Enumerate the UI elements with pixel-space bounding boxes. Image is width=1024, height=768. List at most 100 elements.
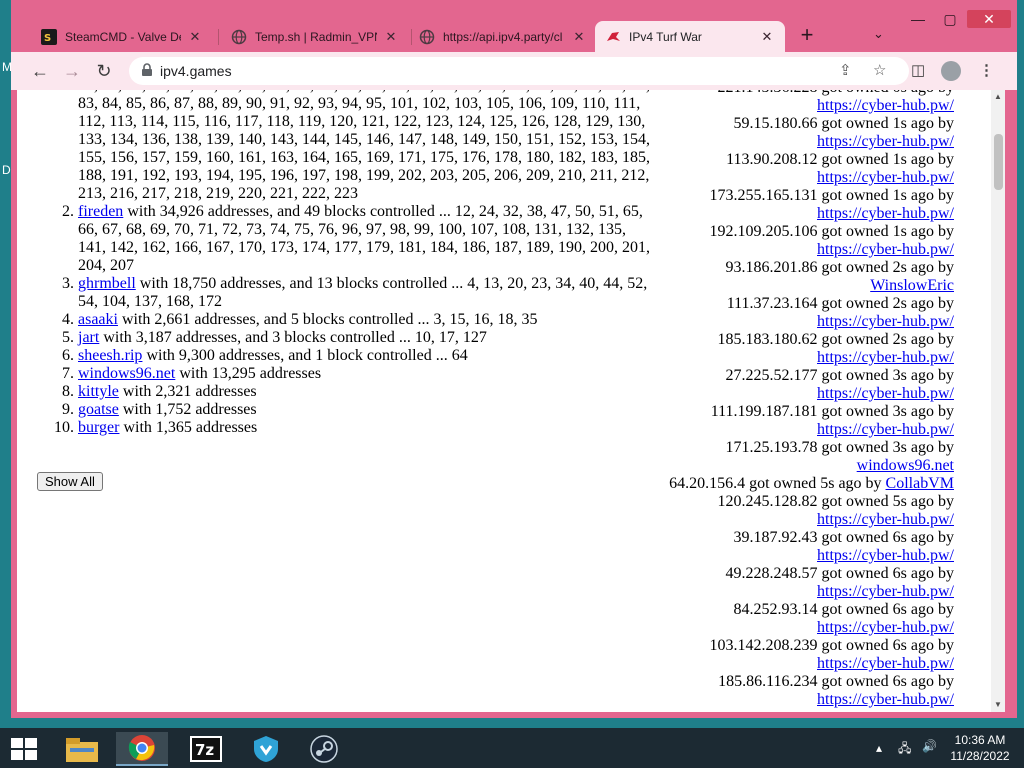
leaderboard-user-link[interactable]: asaaki (78, 311, 118, 328)
reload-button[interactable]: ↻ (93, 60, 115, 82)
volume-icon[interactable]: 🔊 (922, 739, 937, 753)
feed-owner-line: https://cyber-hub.pw/ (594, 241, 954, 259)
feed-owner-line: https://cyber-hub.pw/ (594, 691, 954, 709)
close-icon[interactable]: ✕ (187, 29, 203, 45)
leaderboard-user-link[interactable]: ghrmbell (78, 275, 136, 292)
clock-time: 10:36 AM (954, 733, 1006, 747)
chevron-down-icon[interactable]: ⌄ (873, 26, 884, 42)
feed-owner-line: https://cyber-hub.pw/ (594, 97, 954, 115)
leaderboard-user-link[interactable]: burger (78, 419, 119, 436)
back-button[interactable]: ← (29, 60, 51, 82)
leaderboard-item: 14, 27, 31, 36, 37, 39, 41, 42, 43, 45, … (78, 90, 653, 203)
feed-ip: 120.245.128.82 (717, 493, 818, 510)
maximize-button[interactable]: ▢ (935, 10, 965, 28)
feed-owner-link[interactable]: https://cyber-hub.pw/ (817, 421, 954, 438)
scrollbar[interactable]: ▲ ▼ (991, 90, 1005, 712)
feed-owner-link[interactable]: https://cyber-hub.pw/ (817, 349, 954, 366)
windows-start-icon[interactable] (11, 738, 37, 760)
address-bar[interactable]: ipv4.games ⇪ ☆ (129, 57, 909, 85)
feed-owner-line: https://cyber-hub.pw/ (594, 169, 954, 187)
feed-owner-link[interactable]: https://cyber-hub.pw/ (817, 547, 954, 564)
close-window-button[interactable]: ✕ (967, 10, 1011, 28)
feed-age: 1s (892, 115, 907, 132)
steam-icon[interactable] (298, 732, 350, 766)
feed-entry: 111.199.187.181 got owned 3s ago by (710, 403, 954, 420)
leaderboard-user-link[interactable]: fireden (78, 203, 123, 220)
leaderboard-user-link[interactable]: sheesh.rip (78, 347, 142, 364)
feed-age: 2s (892, 259, 907, 276)
feed-owner-link[interactable]: https://cyber-hub.pw/ (817, 133, 954, 150)
leaderboard-user-link[interactable]: kittyle (78, 383, 119, 400)
radmin-vpn-icon[interactable] (240, 732, 292, 766)
feed-owner-link[interactable]: https://cyber-hub.pw/ (817, 691, 954, 708)
feed-owner-line: https://cyber-hub.pw/ (594, 511, 954, 529)
new-tab-button[interactable]: + (795, 24, 819, 48)
7zip-icon[interactable]: 7z (180, 732, 232, 766)
star-icon[interactable]: ☆ (873, 61, 886, 79)
tab-title: Temp.sh | Radmin_VPN_ (255, 29, 377, 44)
leaderboard-detail: with 13,295 addresses (175, 365, 322, 382)
feed-ip: 103.142.208.239 (709, 637, 818, 654)
network-icon[interactable]: 🖧 (898, 739, 911, 760)
feed-owner-line: https://cyber-hub.pw/ (594, 583, 954, 601)
minimize-button[interactable]: — (903, 10, 933, 28)
ipv4-games-icon (605, 29, 621, 45)
feed-owner-link[interactable]: https://cyber-hub.pw/ (817, 169, 954, 186)
chrome-icon[interactable] (116, 732, 168, 766)
file-explorer-icon[interactable] (56, 732, 108, 766)
feed-entry: 103.142.208.239 got owned 6s ago by (709, 637, 954, 654)
close-icon[interactable]: ✕ (759, 29, 775, 45)
feed-ip: 64.20.156.4 (669, 475, 746, 492)
feed-owner-link[interactable]: https://cyber-hub.pw/ (817, 511, 954, 528)
feed-ip: 111.37.23.164 (726, 295, 818, 312)
feed-entry: 64.20.156.4 got owned 5s ago by CollabVM (669, 475, 954, 492)
feed-entry: 192.109.205.106 got owned 1s ago by (709, 223, 954, 240)
leaderboard-user-link[interactable]: jart (78, 329, 99, 346)
system-clock[interactable]: 10:36 AM 11/28/2022 (945, 732, 1015, 764)
tab-api-ipv4[interactable]: https://api.ipv4.party/cl ✕ (409, 21, 597, 52)
feed-entry: 59.15.180.66 got owned 1s ago by (733, 115, 954, 132)
scroll-down-icon[interactable]: ▼ (991, 698, 1005, 712)
tab-ipv4-turf-war[interactable]: IPv4 Turf War ✕ (595, 21, 785, 52)
forward-button[interactable]: → (61, 60, 83, 82)
browser-window: S SteamCMD - Valve Dev ✕ Temp.sh | Radmi… (11, 0, 1017, 718)
scroll-up-icon[interactable]: ▲ (991, 90, 1005, 104)
profile-avatar[interactable] (941, 61, 961, 81)
feed-owner-link[interactable]: windows96.net (857, 457, 954, 474)
feed-owner-link[interactable]: https://cyber-hub.pw/ (817, 241, 954, 258)
sidebar-icon[interactable]: ◫ (911, 61, 925, 79)
feed-entry: 221.145.36.228 got owned 0s ago by (594, 90, 954, 97)
feed-age: 3s (892, 439, 907, 456)
feed-owner-link[interactable]: WinslowEric (870, 277, 954, 294)
leaderboard-detail: with 3,187 addresses, and 3 blocks contr… (99, 329, 487, 346)
menu-icon[interactable]: ⋮ (979, 61, 994, 79)
feed-entry: 111.37.23.164 got owned 2s ago by (726, 295, 954, 312)
feed-owner-line: https://cyber-hub.pw/ (594, 385, 954, 403)
leaderboard-user-link[interactable]: goatse (78, 401, 119, 418)
chevron-up-icon[interactable]: ▴ (876, 741, 882, 755)
feed-entry: 171.25.193.78 got owned 3s ago by (725, 439, 954, 456)
feed-owner-link[interactable]: https://cyber-hub.pw/ (817, 97, 954, 114)
feed-owner-link[interactable]: CollabVM (886, 475, 954, 492)
feed-owner-link[interactable]: https://cyber-hub.pw/ (817, 583, 954, 600)
feed-owner-link[interactable]: https://cyber-hub.pw/ (817, 313, 954, 330)
feed-owner-link[interactable]: https://cyber-hub.pw/ (817, 655, 954, 672)
share-icon[interactable]: ⇪ (839, 61, 852, 79)
tab-tempsh[interactable]: Temp.sh | Radmin_VPN_ ✕ (221, 21, 409, 52)
close-icon[interactable]: ✕ (571, 29, 587, 45)
tab-steamcmd[interactable]: S SteamCMD - Valve Dev ✕ (31, 21, 213, 52)
scrollbar-thumb[interactable] (994, 134, 1003, 190)
feed-age: 3s (892, 403, 907, 420)
leaderboard-list: 14, 27, 31, 36, 37, 39, 41, 42, 43, 45, … (37, 90, 653, 437)
feed-entry: 113.90.208.12 got owned 1s ago by (726, 151, 954, 168)
show-all-button[interactable]: Show All (37, 472, 103, 491)
feed-owner-link[interactable]: https://cyber-hub.pw/ (817, 385, 954, 402)
feed-owner-link[interactable]: https://cyber-hub.pw/ (817, 619, 954, 636)
close-icon[interactable]: ✕ (383, 29, 399, 45)
feed-owner-link[interactable]: https://cyber-hub.pw/ (817, 205, 954, 222)
leaderboard-user-link[interactable]: windows96.net (78, 365, 175, 382)
feed-entry: 93.186.201.86 got owned 2s ago by (725, 259, 954, 276)
svg-text:S: S (44, 33, 51, 44)
browser-toolbar: ← → ↻ ipv4.games ⇪ ☆ ◫ ⋮ (11, 52, 1017, 90)
feed-entry: 173.255.165.131 got owned 1s ago by (709, 187, 954, 204)
